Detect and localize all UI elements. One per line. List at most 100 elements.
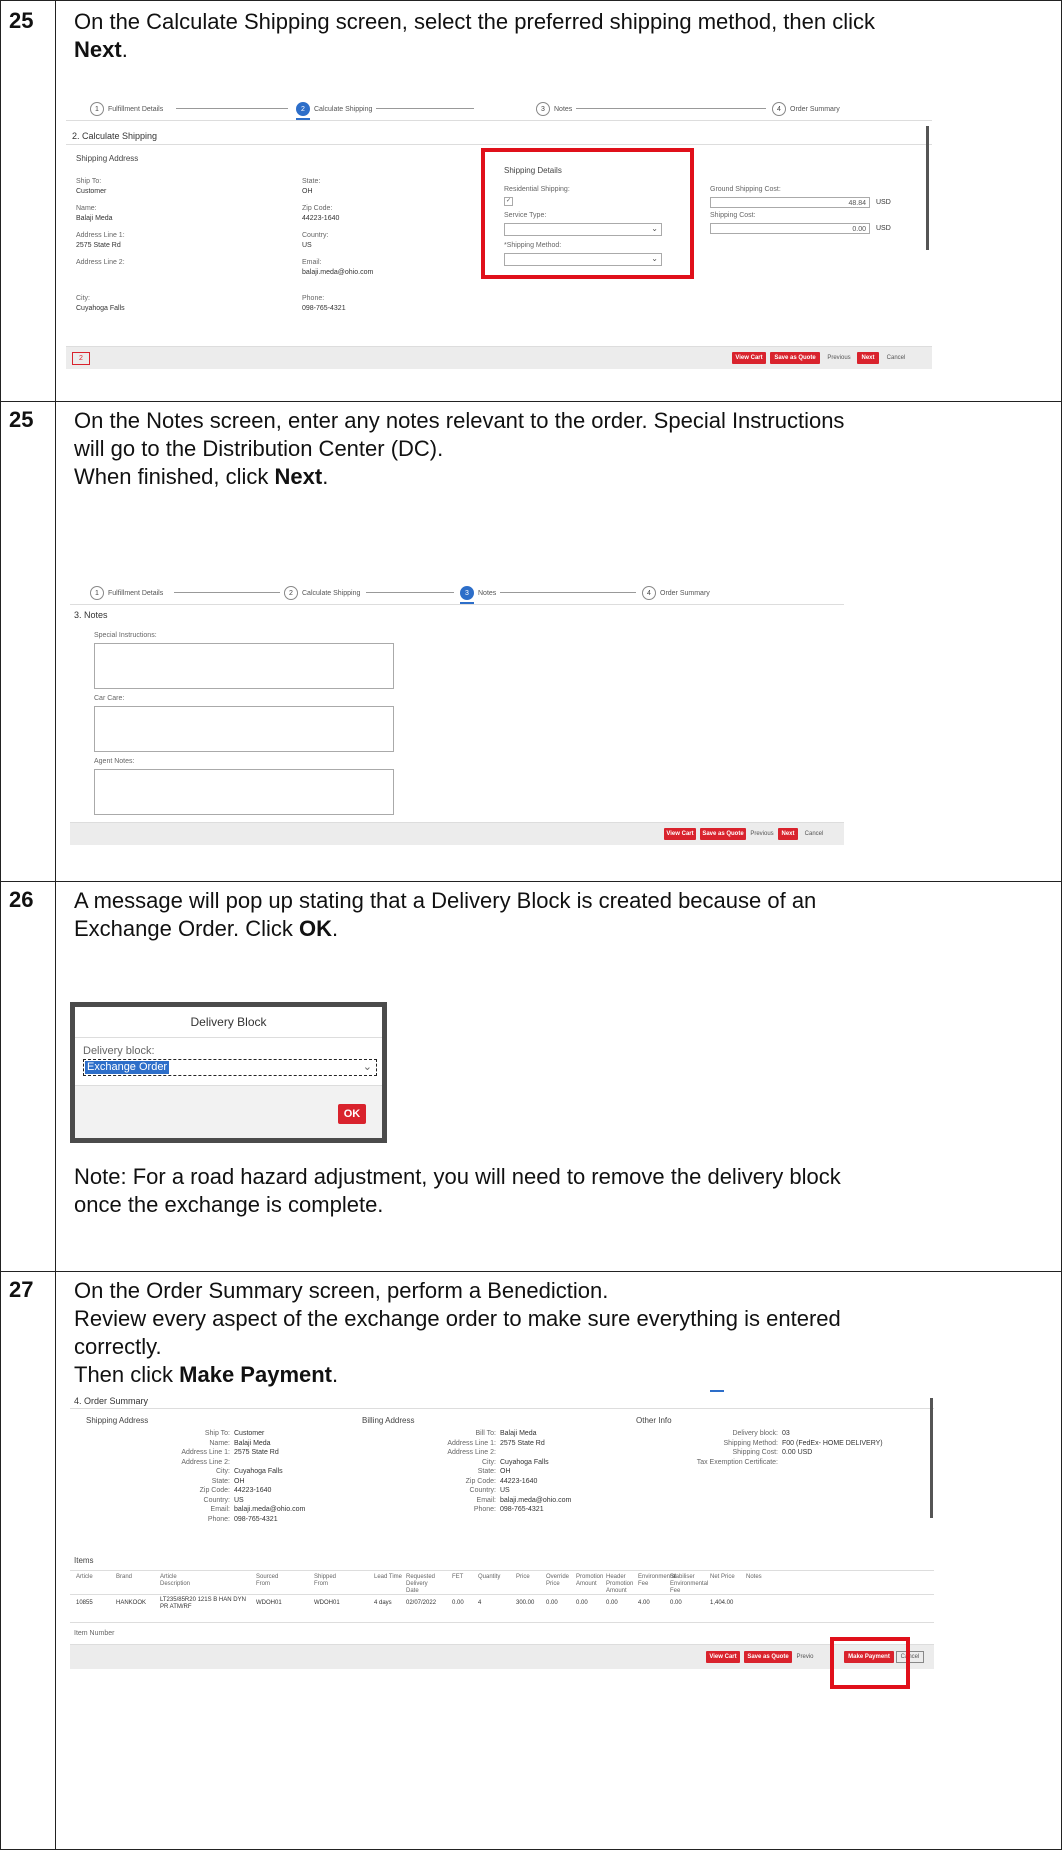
dialog-title: Delivery Block — [75, 1007, 382, 1038]
field-label: City: — [76, 295, 90, 302]
field-label: Ground Shipping Cost: — [710, 186, 781, 193]
table-border-top — [0, 0, 1062, 1]
column-header: Stabiliser Environmental Fee — [670, 1574, 709, 1594]
cancel-button[interactable]: Cancel — [800, 828, 828, 840]
stepper-step-1[interactable]: 1 Fulfillment Details — [90, 102, 163, 116]
field-label: Country: — [469, 1487, 496, 1494]
field-label: Delivery block: — [732, 1430, 778, 1437]
field-label: Zip Code: — [302, 205, 333, 212]
car-care-textarea[interactable] — [94, 706, 394, 752]
step-number: 26 — [9, 887, 34, 912]
special-instructions-textarea[interactable] — [94, 643, 394, 689]
field-label: State: — [211, 1477, 230, 1485]
action-bar: View Cart Save as Quote Previous Next Ca… — [70, 822, 844, 845]
field-label: City: — [216, 1468, 230, 1475]
save-as-quote-button[interactable]: Save as Quote — [770, 352, 820, 364]
field-label: Phone: — [473, 1506, 496, 1513]
field-label: Shipping Cost: — [710, 212, 756, 219]
stepper-step-3[interactable]: 3 Notes — [536, 102, 572, 116]
column-header: Override Price — [546, 1574, 570, 1587]
step-instructions: On the Calculate Shipping screen, select… — [74, 9, 876, 62]
field-value: 44223-1640 — [302, 215, 340, 222]
step-number: 27 — [9, 1277, 34, 1302]
field-value: Balaji Meda — [76, 215, 113, 222]
row-divider — [0, 1271, 1062, 1272]
section-title: Other Info — [636, 1416, 672, 1425]
table-cell: 4 days — [374, 1600, 392, 1606]
scrollbar[interactable] — [926, 126, 929, 250]
stepper-step-4[interactable]: 4 Order Summary — [642, 586, 710, 600]
previous-button[interactable]: Previous — [748, 828, 776, 840]
field-value: 098-765-4321 — [500, 1506, 544, 1513]
messages-badge[interactable]: 2 — [72, 352, 90, 365]
column-header: Environmental Fee — [638, 1574, 677, 1587]
field-value: Customer — [234, 1430, 265, 1437]
ground-shipping-cost-input[interactable]: 48.84 — [710, 197, 870, 208]
field-label: Email: — [476, 1496, 496, 1504]
column-header: Header Promotion Amount — [606, 1574, 634, 1594]
field-value: balaji.meda@ohio.com — [500, 1496, 572, 1504]
order-summary-screenshot: 4. Order Summary Shipping Address Billin… — [70, 1390, 934, 1790]
save-as-quote-button[interactable]: Save as Quote — [700, 828, 746, 840]
column-header: Article Description — [160, 1574, 191, 1587]
step-note: Note: For a road hazard adjustment, you … — [74, 1164, 841, 1217]
delivery-block-dialog-screenshot: Delivery Block Delivery block: Exchange … — [70, 1002, 387, 1143]
view-cart-button[interactable]: View Cart — [732, 352, 766, 364]
stepper-step-4[interactable]: 4 Order Summary — [772, 102, 840, 116]
field-label: Agent Notes: — [94, 758, 135, 765]
stepper-step-2[interactable]: 2 Calculate Shipping — [284, 586, 360, 600]
shipping-cost-input[interactable]: 0.00 — [710, 223, 870, 234]
field-value: 44223-1640 — [500, 1477, 538, 1485]
table-cell: 300.00 — [516, 1600, 535, 1606]
column-header: Net Price — [710, 1574, 735, 1580]
dialog-footer: OK — [75, 1085, 382, 1138]
previous-button[interactable]: Previo — [794, 1651, 816, 1663]
page-title: 3. Notes — [74, 610, 108, 620]
row-divider — [0, 401, 1062, 402]
table-border-left — [0, 0, 1, 1850]
field-value: 2575 State Rd — [76, 242, 121, 249]
column-header: Price — [516, 1574, 530, 1580]
stepper-connector — [376, 108, 474, 109]
field-label: Address Line 1: — [447, 1439, 496, 1447]
section-title: Billing Address — [362, 1416, 415, 1425]
agent-notes-textarea[interactable] — [94, 769, 394, 815]
action-bar: View Cart Save as Quote Previo Make Paym… — [70, 1644, 934, 1669]
view-cart-button[interactable]: View Cart — [664, 828, 696, 840]
delivery-block-dialog: Delivery Block Delivery block: Exchange … — [75, 1007, 382, 1138]
table-cell: 10855 — [76, 1600, 93, 1606]
stepper-step-3[interactable]: 3 Notes — [460, 586, 496, 600]
table-cell: 1,404.00 — [710, 1600, 734, 1606]
divider — [70, 604, 844, 605]
field-value: 2575 State Rd — [234, 1449, 279, 1456]
highlight-box — [481, 148, 694, 279]
field-label: Car Care: — [94, 695, 125, 702]
cancel-button[interactable]: Cancel — [882, 352, 910, 364]
ok-button[interactable]: OK — [338, 1104, 366, 1124]
selected-option: Exchange Order — [85, 1061, 170, 1074]
view-cart-button[interactable]: View Cart — [706, 1651, 740, 1663]
previous-button[interactable]: Previous — [824, 352, 854, 364]
field-value: balaji.meda@ohio.com — [302, 269, 374, 276]
next-button[interactable]: Next — [778, 828, 798, 840]
column-header: Promotion Amount — [576, 1574, 604, 1587]
step-instructions: On the Notes screen, enter any notes rel… — [74, 408, 845, 489]
field-label: Phone: — [207, 1515, 230, 1523]
table-cell: WDOH01 — [314, 1600, 340, 1606]
field-value: Cuyahoga Falls — [234, 1468, 283, 1475]
field-value: 098-765-4321 — [302, 305, 346, 312]
stepper-step-2[interactable]: 2 Calculate Shipping — [296, 102, 372, 116]
next-button[interactable]: Next — [857, 352, 879, 364]
page-title: 2. Calculate Shipping — [72, 131, 158, 141]
field-label: Special Instructions: — [94, 632, 157, 639]
stepper-step-1[interactable]: 1 Fulfillment Details — [90, 586, 163, 600]
table-cell: HANKOOK — [116, 1600, 147, 1606]
field-label: Email: — [210, 1506, 230, 1513]
field-label: Country: — [302, 232, 329, 239]
delivery-block-select[interactable]: Exchange Order ⌄ — [83, 1059, 377, 1076]
field-value: F00 (FedEx- HOME DELIVERY) — [782, 1439, 883, 1447]
divider — [66, 144, 932, 145]
save-as-quote-button[interactable]: Save as Quote — [744, 1651, 792, 1663]
field-label: Address Line 2: — [181, 1458, 230, 1466]
scrollbar[interactable] — [930, 1398, 933, 1518]
